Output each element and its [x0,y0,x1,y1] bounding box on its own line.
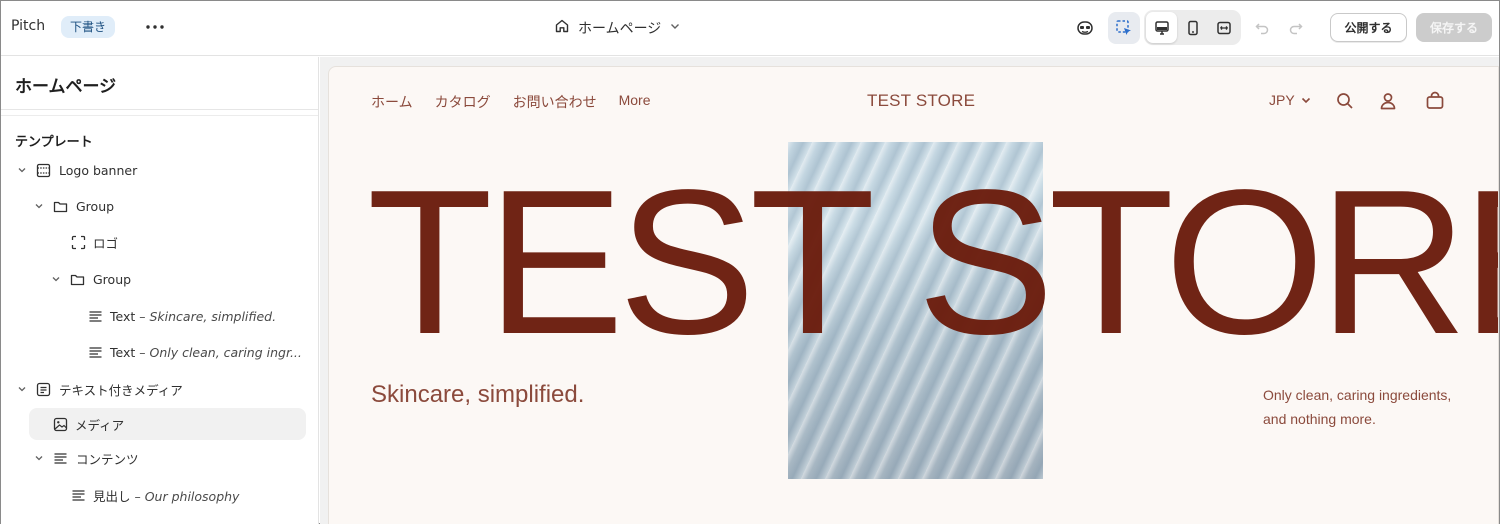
tree-item-media[interactable]: メディア [29,408,306,440]
expand-width-icon [1216,21,1231,34]
cart-icon[interactable] [1425,91,1445,111]
layout-section-icon [35,162,51,178]
currency-selector[interactable]: JPY [1269,92,1312,108]
desktop-view-button[interactable] [1146,12,1177,43]
mobile-view-button[interactable] [1177,12,1208,43]
chevron-down-icon[interactable] [33,200,45,212]
mobile-icon [1187,20,1198,35]
folder-icon [52,198,68,214]
desktop-icon [1154,20,1169,35]
tree-item-group[interactable]: Group [1,263,318,295]
undo-icon [1255,23,1269,35]
tree-item-media-with-text[interactable]: テキスト付きメディア [1,373,318,405]
undo-button[interactable] [1246,12,1278,44]
hero-description[interactable]: Only clean, caring ingredients, and noth… [1263,383,1483,431]
select-cursor-icon [1116,20,1131,35]
tree-item-logo[interactable]: ロゴ [1,226,318,258]
nav-link-contact[interactable]: お問い合わせ [513,92,597,112]
divider [1,109,318,110]
hero-tagline[interactable]: Skincare, simplified. [371,381,584,409]
tree-item-label: テキスト付きメディア [59,382,183,398]
store-logo-text[interactable]: TEST STORE [867,91,975,111]
chevron-down-icon[interactable] [33,452,45,464]
section-icon [35,381,51,397]
tree-item-label: Group [76,198,115,214]
store-nav: ホーム カタログ お問い合わせ More [371,92,651,112]
tree-item-label: Text – Skincare, simplified. [110,308,277,324]
tree-item-text[interactable]: Text – Skincare, simplified. [1,300,318,332]
tree-item-label: Logo banner [59,162,138,178]
top-bar: Pitch 下書き ホームページ 公開する 保存する [1,1,1499,56]
preview-area: ホーム カタログ お問い合わせ More TEST STORE JPY TEST… [320,57,1499,524]
text-lines-icon [52,450,68,466]
tree-item-label: メディア [75,417,125,433]
redo-icon [1289,23,1303,35]
theme-name: Pitch [11,18,46,34]
tree-item-label: Text – Only clean, caring ingr... [110,344,302,360]
device-preview-toggle [1144,10,1241,45]
search-icon[interactable] [1335,91,1355,111]
publish-button[interactable]: 公開する [1330,13,1407,42]
hero-heading[interactable]: TEST STORE [367,159,1498,365]
divider [1,115,318,116]
redo-button[interactable] [1280,12,1312,44]
image-icon [52,416,68,432]
folder-icon [69,271,85,287]
mask-face-icon [1077,21,1093,35]
nav-link-catalog[interactable]: カタログ [435,92,491,112]
store-preview[interactable]: ホーム カタログ お問い合わせ More TEST STORE JPY TEST… [328,66,1499,524]
page-selector[interactable]: ホームページ [554,15,681,41]
fullscreen-view-button[interactable] [1208,12,1239,43]
section-heading: テンプレート [15,135,93,150]
sidebar: ホームページ テンプレート Logo banner Group ロゴ Group… [1,57,319,524]
sidebar-title: ホームページ [15,77,117,97]
tree-item-label: コンテンツ [76,451,139,467]
chevron-down-icon[interactable] [16,383,28,395]
tree-item-label: 見出し – Our philosophy [93,488,240,504]
text-lines-icon [87,308,103,324]
tree-item-logo-banner[interactable]: Logo banner [1,154,318,186]
draft-status-badge: 下書き [61,16,116,38]
page-selector-label: ホームページ [578,21,662,37]
currency-label: JPY [1269,92,1295,108]
home-icon [554,18,570,38]
more-actions-button[interactable] [142,15,168,39]
nav-link-more[interactable]: More [619,92,651,112]
tree-item-label: Group [93,271,132,287]
inspector-toggle-button[interactable] [1108,12,1140,44]
text-lines-icon [70,487,86,503]
dashed-square-icon [70,234,86,250]
tree-item-content[interactable]: コンテンツ [1,442,318,474]
tree-item-heading[interactable]: 見出し – Our philosophy [1,479,318,511]
chevron-down-icon[interactable] [16,164,28,176]
save-button[interactable]: 保存する [1416,13,1492,42]
description-line: and nothing more. [1263,411,1376,427]
text-lines-icon [87,344,103,360]
tree-item-text[interactable]: Text – Only clean, caring ingr... [1,336,318,368]
account-icon[interactable] [1378,91,1398,111]
app-embeds-button[interactable] [1069,12,1101,44]
nav-link-home[interactable]: ホーム [371,92,413,112]
description-line: Only clean, caring ingredients, [1263,387,1452,403]
chevron-down-icon [669,20,681,36]
chevron-down-icon[interactable] [50,273,62,285]
tree-item-group[interactable]: Group [1,190,318,222]
tree-item-label: ロゴ [93,235,119,251]
chevron-down-icon [1301,97,1310,104]
